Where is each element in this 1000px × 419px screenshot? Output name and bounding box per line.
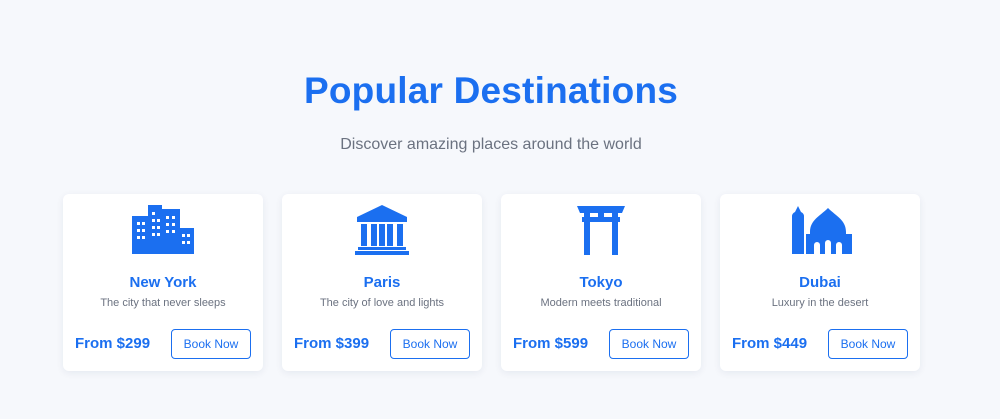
destination-price: From $299	[75, 335, 151, 352]
destination-card-dubai: Dubai Luxury in the desert From $449 Boo…	[720, 194, 920, 371]
destination-name: Dubai	[799, 274, 841, 291]
destinations-section: Popular Destinations Discover amazing pl…	[0, 0, 1000, 419]
destination-cards: New York The city that never sleeps From…	[63, 194, 920, 371]
book-now-button[interactable]: Book Now	[609, 329, 689, 359]
destination-description: Modern meets traditional	[540, 297, 662, 309]
destination-name: Tokyo	[579, 274, 623, 291]
destination-description: The city that never sleeps	[100, 297, 226, 309]
destination-name: Paris	[363, 274, 401, 291]
destination-price: From $449	[732, 335, 808, 352]
torii-gate-icon	[501, 204, 701, 256]
destination-price: From $599	[513, 335, 589, 352]
section-subtitle: Discover amazing places around the world	[340, 136, 642, 153]
section-title: Popular Destinations	[303, 70, 679, 111]
landmark-columns-icon	[282, 204, 482, 256]
destination-name: New York	[129, 274, 197, 291]
destination-price: From $399	[294, 335, 370, 352]
book-now-button[interactable]: Book Now	[828, 329, 908, 359]
book-now-button[interactable]: Book Now	[171, 329, 251, 359]
destination-card-new-york: New York The city that never sleeps From…	[63, 194, 263, 371]
destination-description: Luxury in the desert	[771, 297, 869, 309]
book-now-button[interactable]: Book Now	[390, 329, 470, 359]
destination-description: The city of love and lights	[319, 297, 445, 309]
mosque-icon	[720, 204, 920, 256]
destination-card-tokyo: Tokyo Modern meets traditional From $599…	[501, 194, 701, 371]
city-buildings-icon	[63, 204, 263, 256]
destination-card-paris: Paris The city of love and lights From $…	[282, 194, 482, 371]
